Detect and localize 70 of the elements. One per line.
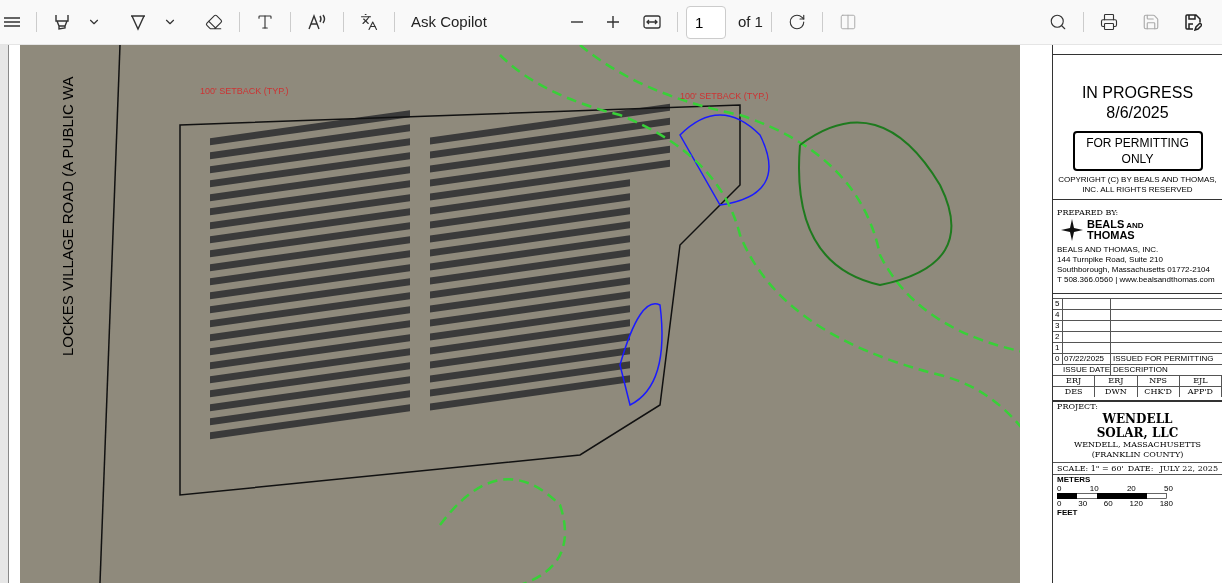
initials-cell: ERJ bbox=[1053, 376, 1096, 387]
save-edit-icon bbox=[1184, 13, 1202, 31]
initials-cell: EJL bbox=[1179, 376, 1222, 387]
rotate-icon bbox=[787, 13, 806, 31]
initials-cell: NPS bbox=[1137, 376, 1180, 387]
ask-copilot-button[interactable]: Ask Copilot bbox=[403, 6, 495, 38]
project-county: (FRANKLIN COUNTY) bbox=[1091, 450, 1184, 460]
translate-icon bbox=[360, 13, 378, 31]
highlighter-icon bbox=[53, 13, 71, 31]
text-box-icon bbox=[256, 13, 274, 31]
revision-number: 1 bbox=[1055, 343, 1060, 352]
scale-tick-label: 10 bbox=[1089, 484, 1099, 493]
minus-icon bbox=[570, 21, 583, 23]
role-cell: DWN bbox=[1095, 387, 1138, 397]
road-label: LOCKES VILLAGE ROAD (A PUBLIC WA bbox=[57, 76, 77, 356]
revision-number: 0 bbox=[1055, 354, 1060, 363]
scale-tick-label: 120 bbox=[1129, 499, 1143, 508]
project-location: WENDELL, MASSACHUSETTS bbox=[1073, 440, 1202, 450]
scale-unit-label: FEET bbox=[1057, 508, 1079, 517]
permit-note: FOR PERMITTING ONLY bbox=[1072, 131, 1203, 171]
fit-width-icon bbox=[642, 15, 661, 29]
setback-label: 100' SETBACK (TYP.) bbox=[680, 90, 769, 103]
status-date: 8/6/2025 bbox=[1106, 103, 1169, 123]
setback-label: 100' SETBACK (TYP.) bbox=[200, 85, 289, 98]
two-page-icon bbox=[838, 13, 857, 31]
firm-address-line: BEALS AND THOMAS, INC. bbox=[1057, 245, 1160, 255]
scale-tick-label: 0 bbox=[1057, 484, 1062, 493]
revision-number: 2 bbox=[1055, 332, 1060, 341]
scale-unit-label: METERS bbox=[1057, 475, 1092, 484]
logo-icon bbox=[1061, 219, 1083, 241]
revision-date: 07/22/2025 bbox=[1064, 354, 1105, 363]
scale-tick-label: 60 bbox=[1103, 499, 1113, 508]
save-icon bbox=[1142, 13, 1160, 31]
scale-tick-label: 30 bbox=[1078, 499, 1088, 508]
column-header: DESCRIPTION bbox=[1112, 365, 1168, 375]
role-cell: DES bbox=[1053, 387, 1096, 397]
scale-text: SCALE: 1" = 60' bbox=[1057, 463, 1124, 474]
eraser-icon bbox=[205, 13, 223, 31]
firm-address-line: T 508.366.0560 | www.bealsandthomas.com bbox=[1057, 275, 1216, 285]
role-cell: APP'D bbox=[1179, 387, 1222, 397]
date-text: JULY 22, 2025 bbox=[1159, 463, 1218, 474]
logo-text: AND bbox=[1126, 221, 1144, 230]
role-cell: CHK'D bbox=[1137, 387, 1180, 397]
scale-tick-label: 20 bbox=[1126, 484, 1136, 493]
read-aloud-icon bbox=[307, 13, 327, 31]
page-number-field[interactable]: 1 bbox=[685, 5, 726, 39]
project-label: PROJECT: bbox=[1057, 402, 1098, 412]
date-label: DATE: bbox=[1127, 463, 1154, 474]
page-count: of 1 bbox=[737, 11, 763, 32]
revision-number: 4 bbox=[1055, 310, 1060, 319]
prepared-by-label: PREPARED BY: bbox=[1057, 207, 1120, 219]
scale-bar-icon bbox=[1057, 493, 1167, 499]
plus-icon bbox=[606, 16, 619, 28]
scale-tick-label: 50 bbox=[1164, 484, 1173, 493]
logo-text: BEALS bbox=[1087, 219, 1125, 230]
revision-description: ISSUED FOR PERMITTING bbox=[1113, 354, 1214, 363]
revision-number: 5 bbox=[1055, 299, 1060, 308]
project-name: WENDELL SOLAR, LLC bbox=[1095, 412, 1180, 440]
scale-tick-label: 180 bbox=[1159, 499, 1173, 508]
logo-text: THOMAS bbox=[1087, 230, 1136, 241]
copyright-text: COPYRIGHT (C) BY BEALS AND THOMAS, INC. ALL RIGHTS RESERVED bbox=[1057, 175, 1218, 195]
status-text: IN PROGRESS bbox=[1081, 83, 1194, 103]
initials-cell: ERJ bbox=[1095, 376, 1138, 387]
scale-tick-label: 0 bbox=[1057, 499, 1062, 508]
printer-icon bbox=[1100, 13, 1118, 31]
column-header: ISSUE DATE bbox=[1063, 365, 1111, 375]
firm-address-line: Southborough, Massachusetts 01772-2104 bbox=[1057, 265, 1211, 275]
revision-number: 3 bbox=[1055, 321, 1060, 330]
search-icon bbox=[1049, 13, 1067, 31]
firm-address-line: 144 Turnpike Road, Suite 210 bbox=[1057, 255, 1164, 265]
